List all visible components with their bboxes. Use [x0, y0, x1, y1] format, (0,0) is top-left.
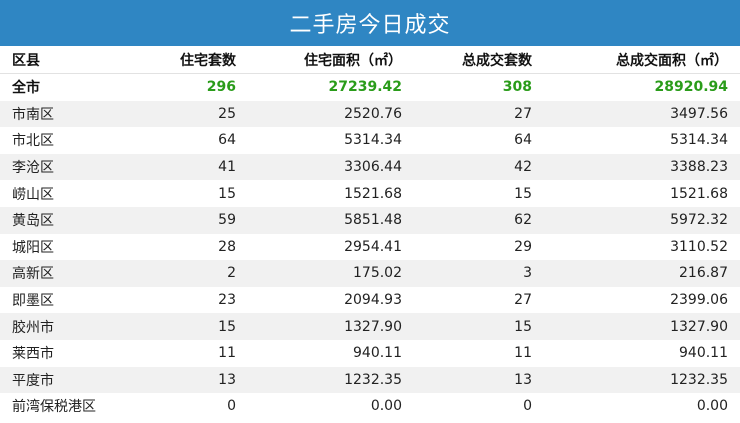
cell-total-units: 62: [414, 206, 544, 234]
page-title: 二手房今日成交: [0, 0, 740, 46]
cell-total-area: 5972.32: [544, 206, 740, 234]
table-row: 崂山区 15 1521.68 15 1521.68: [0, 180, 740, 207]
cell-residential-area: 3306.44: [248, 153, 414, 181]
cell-total-area: 1521.68: [544, 180, 740, 207]
cell-district: 即墨区: [0, 286, 118, 314]
header-total-units: 总成交套数: [414, 46, 544, 74]
cell-district: 平度市: [0, 366, 118, 394]
cell-total-units: 308: [414, 73, 544, 101]
table-row: 黄岛区 59 5851.48 62 5972.32: [0, 206, 740, 234]
table-row: 李沧区 41 3306.44 42 3388.23: [0, 153, 740, 181]
table-row: 即墨区 23 2094.93 27 2399.06: [0, 286, 740, 314]
cell-residential-units: 28: [118, 233, 248, 261]
table-row: 前湾保税港区 0 0.00 0 0.00: [0, 393, 740, 420]
table-row: 市南区 25 2520.76 27 3497.56: [0, 100, 740, 128]
header-total-area: 总成交面积（㎡）: [544, 46, 740, 74]
cell-total-area: 3110.52: [544, 233, 740, 261]
cell-residential-area: 27239.42: [248, 73, 414, 101]
header-residential-area: 住宅面积（㎡）: [248, 46, 414, 74]
cell-district: 高新区: [0, 260, 118, 287]
cell-district: 城阳区: [0, 233, 118, 261]
cell-total-area: 3388.23: [544, 153, 740, 181]
cell-residential-units: 23: [118, 286, 248, 314]
cell-total-area: 28920.94: [544, 73, 740, 101]
cell-total-area: 1327.90: [544, 313, 740, 340]
cell-total-units: 27: [414, 286, 544, 314]
cell-total-area: 940.11: [544, 339, 740, 367]
cell-residential-units: 15: [118, 313, 248, 340]
cell-total-units: 27: [414, 100, 544, 128]
cell-residential-units: 13: [118, 366, 248, 394]
cell-total-area: 3497.56: [544, 100, 740, 128]
cell-total-units: 29: [414, 233, 544, 261]
cell-residential-area: 5851.48: [248, 206, 414, 234]
cell-district: 胶州市: [0, 313, 118, 340]
table-header: 区县 住宅套数 住宅面积（㎡） 总成交套数 总成交面积（㎡）: [0, 46, 740, 74]
table-row-total: 全市 296 27239.42 308 28920.94: [0, 73, 740, 101]
cell-total-units: 15: [414, 313, 544, 340]
cell-district: 黄岛区: [0, 206, 118, 234]
cell-residential-units: 15: [118, 180, 248, 207]
cell-residential-units: 25: [118, 100, 248, 128]
cell-residential-area: 2094.93: [248, 286, 414, 314]
cell-district: 全市: [0, 73, 118, 101]
cell-total-area: 5314.34: [544, 127, 740, 154]
transactions-table: 区县 住宅套数 住宅面积（㎡） 总成交套数 总成交面积（㎡） 全市 296 27…: [0, 46, 740, 420]
table-row: 高新区 2 175.02 3 216.87: [0, 260, 740, 287]
cell-district: 李沧区: [0, 153, 118, 181]
cell-total-units: 3: [414, 260, 544, 287]
cell-residential-area: 2954.41: [248, 233, 414, 261]
header-residential-units: 住宅套数: [118, 46, 248, 74]
cell-residential-area: 1327.90: [248, 313, 414, 340]
cell-residential-units: 2: [118, 260, 248, 287]
cell-total-units: 15: [414, 180, 544, 207]
cell-residential-units: 64: [118, 127, 248, 154]
cell-residential-units: 0: [118, 393, 248, 420]
cell-total-units: 64: [414, 127, 544, 154]
cell-residential-area: 1521.68: [248, 180, 414, 207]
cell-district: 前湾保税港区: [0, 393, 118, 420]
cell-residential-area: 5314.34: [248, 127, 414, 154]
table-row: 城阳区 28 2954.41 29 3110.52: [0, 233, 740, 261]
cell-residential-area: 175.02: [248, 260, 414, 287]
cell-district: 崂山区: [0, 180, 118, 207]
cell-residential-units: 41: [118, 153, 248, 181]
cell-total-units: 42: [414, 153, 544, 181]
cell-residential-units: 296: [118, 73, 248, 101]
cell-residential-units: 11: [118, 339, 248, 367]
table-row: 莱西市 11 940.11 11 940.11: [0, 339, 740, 367]
cell-district: 市北区: [0, 127, 118, 154]
table-row: 市北区 64 5314.34 64 5314.34: [0, 127, 740, 154]
table-row: 胶州市 15 1327.90 15 1327.90: [0, 313, 740, 340]
cell-district: 莱西市: [0, 339, 118, 367]
cell-total-area: 2399.06: [544, 286, 740, 314]
cell-total-units: 0: [414, 393, 544, 420]
cell-total-units: 13: [414, 366, 544, 394]
cell-total-area: 0.00: [544, 393, 740, 420]
cell-total-area: 216.87: [544, 260, 740, 287]
cell-residential-units: 59: [118, 206, 248, 234]
cell-residential-area: 940.11: [248, 339, 414, 367]
table-row: 平度市 13 1232.35 13 1232.35: [0, 366, 740, 394]
cell-total-area: 1232.35: [544, 366, 740, 394]
table-header-row: 区县 住宅套数 住宅面积（㎡） 总成交套数 总成交面积（㎡）: [0, 46, 740, 74]
cell-residential-area: 0.00: [248, 393, 414, 420]
page-title-text: 二手房今日成交: [289, 13, 451, 38]
cell-residential-area: 2520.76: [248, 100, 414, 128]
header-district: 区县: [0, 46, 118, 74]
cell-district: 市南区: [0, 100, 118, 128]
cell-total-units: 11: [414, 339, 544, 367]
table-body: 全市 296 27239.42 308 28920.94 市南区 25 2520…: [0, 73, 740, 420]
cell-residential-area: 1232.35: [248, 366, 414, 394]
